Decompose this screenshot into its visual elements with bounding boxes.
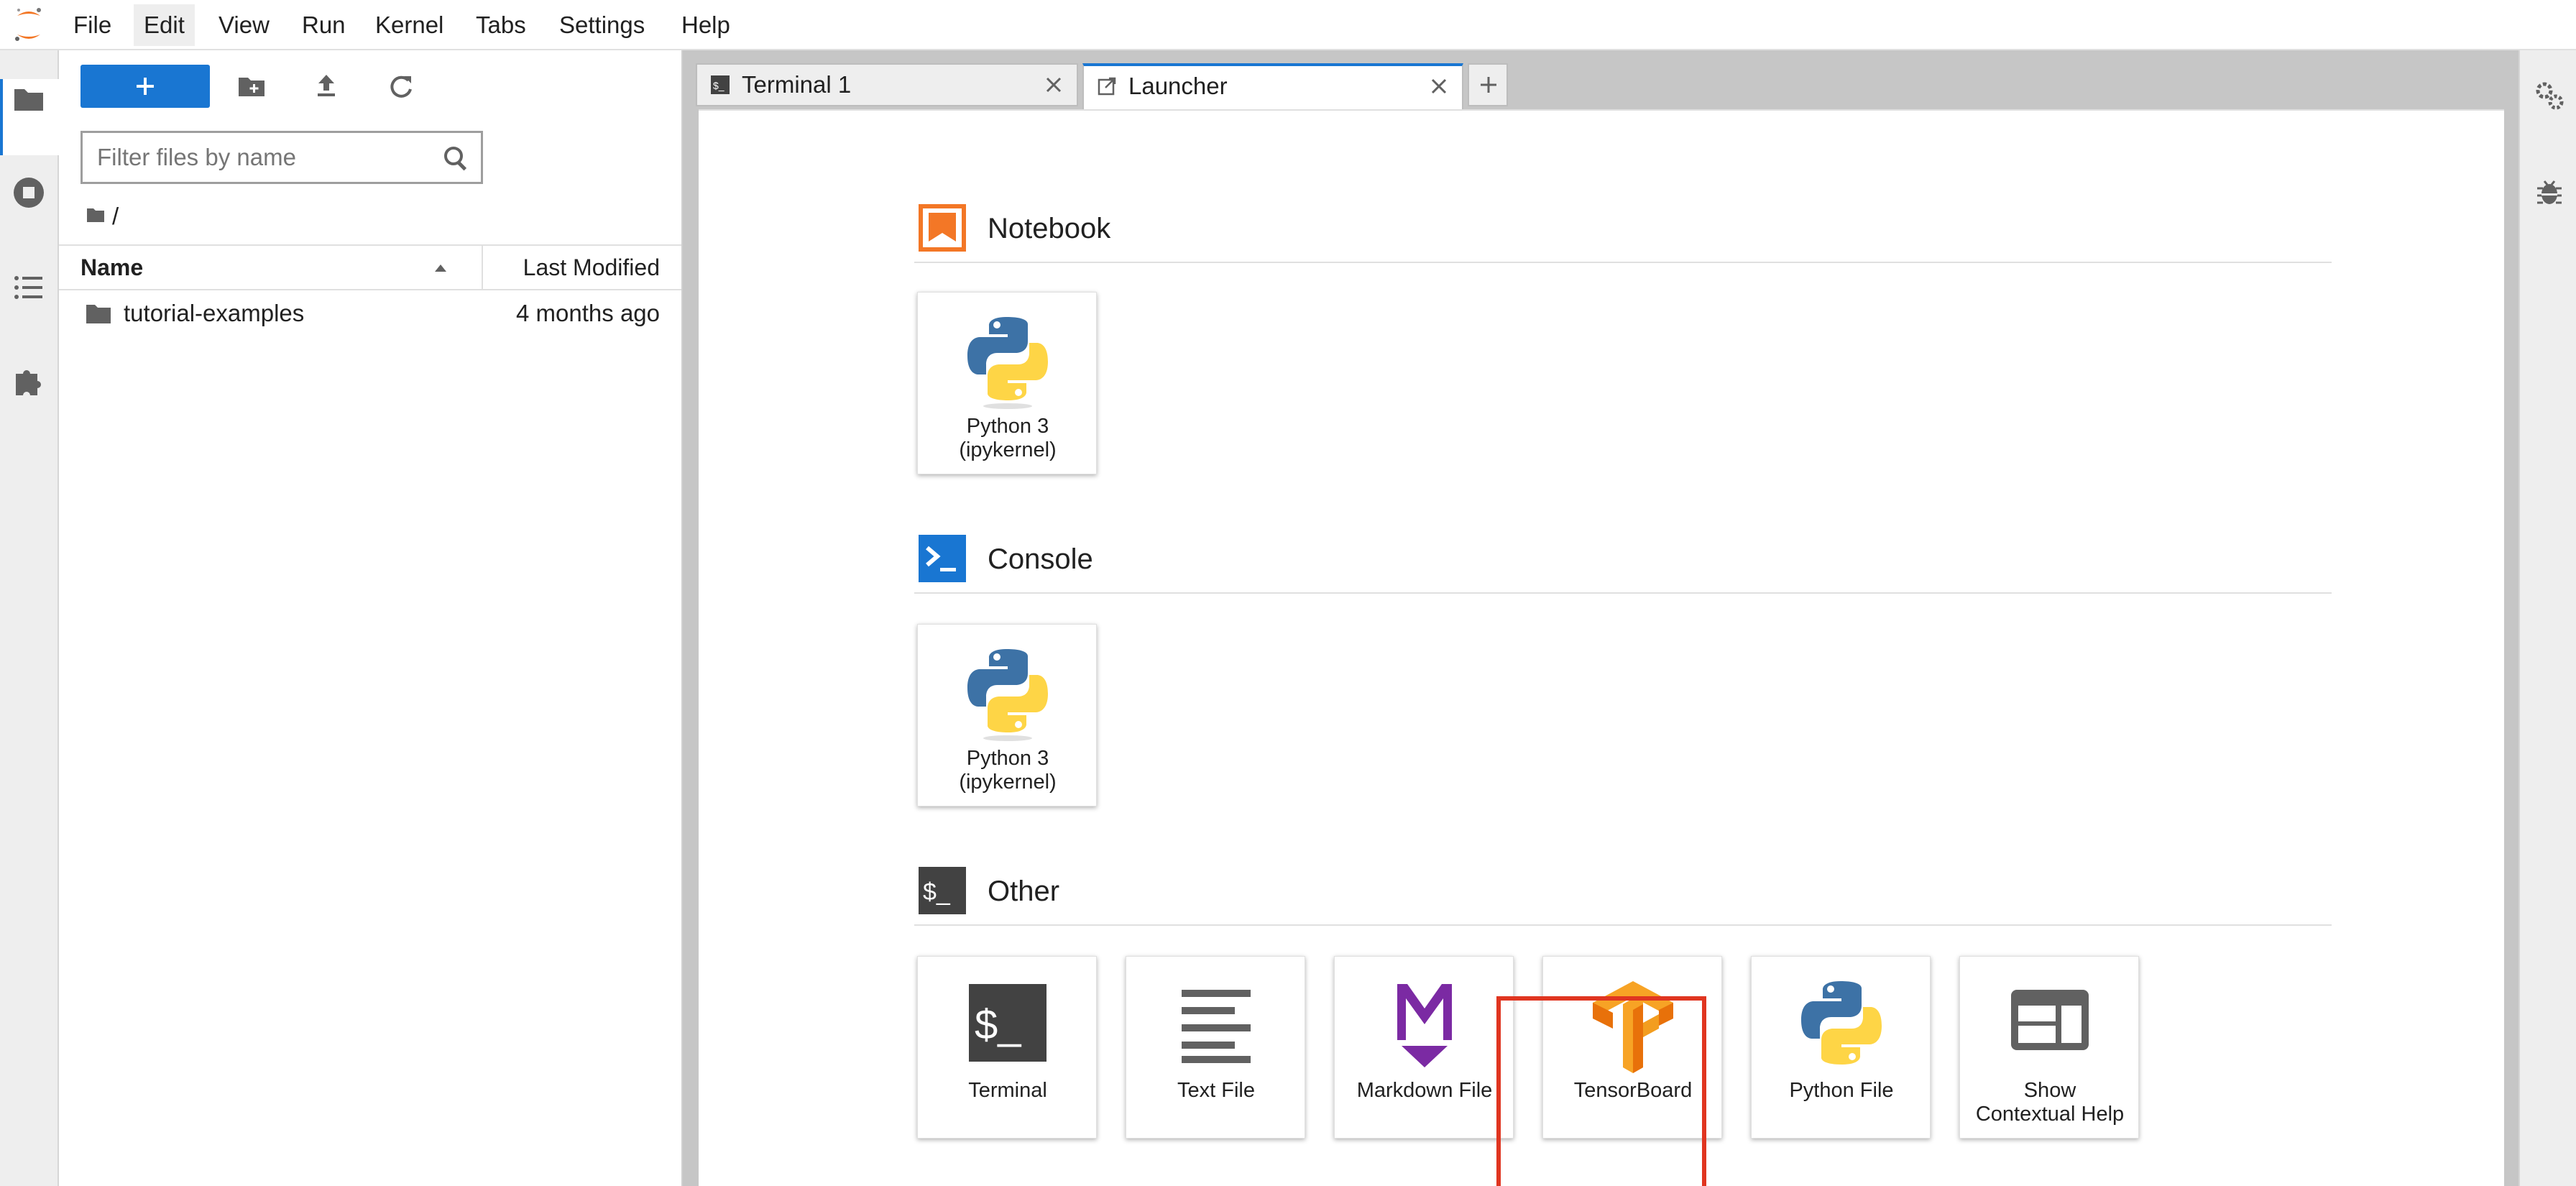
notebook-icon bbox=[919, 204, 966, 252]
menu-bar: File Edit View Run Kernel Tabs Settings … bbox=[0, 0, 2576, 50]
extensions-icon[interactable] bbox=[10, 362, 47, 400]
file-list-header: Name Last Modified bbox=[59, 244, 681, 290]
folder-icon bbox=[86, 305, 111, 323]
menu-help[interactable]: Help bbox=[671, 4, 740, 46]
text-file-icon bbox=[1182, 990, 1251, 1063]
search-icon bbox=[444, 147, 467, 171]
card-label: Python 3 (ipykernel) bbox=[959, 747, 1057, 794]
markdown-icon bbox=[1397, 984, 1452, 1067]
launcher-panel: Notebook Python 3 (ipykernel) Console Py… bbox=[699, 109, 2504, 1186]
close-icon[interactable] bbox=[1429, 76, 1449, 96]
property-inspector-icon[interactable] bbox=[2533, 79, 2566, 112]
menu-tabs[interactable]: Tabs bbox=[466, 4, 536, 46]
notebook-python3-card[interactable]: Python 3 (ipykernel) bbox=[917, 292, 1097, 474]
file-name: tutorial-examples bbox=[124, 300, 305, 326]
folder-icon[interactable] bbox=[10, 81, 47, 118]
refresh-icon[interactable] bbox=[384, 69, 418, 104]
card-label: Python File bbox=[1789, 1079, 1894, 1102]
filter-files-input[interactable] bbox=[97, 133, 435, 182]
tab-label: Terminal 1 bbox=[742, 71, 852, 98]
python-logo-icon bbox=[967, 649, 1048, 741]
breadcrumb-folder-icon[interactable] bbox=[85, 204, 106, 226]
console-section-header: Console bbox=[914, 525, 2332, 594]
card-label: Text File bbox=[1177, 1079, 1255, 1102]
jupyter-logo-icon[interactable] bbox=[12, 6, 46, 45]
console-python3-card[interactable]: Python 3 (ipykernel) bbox=[917, 624, 1097, 806]
menu-view[interactable]: View bbox=[208, 4, 280, 46]
text-file-card[interactable]: Text File bbox=[1126, 956, 1305, 1139]
file-row[interactable]: tutorial-examples 4 months ago bbox=[59, 292, 681, 335]
card-label: Python 3 (ipykernel) bbox=[959, 415, 1057, 461]
python-logo-icon bbox=[1801, 981, 1882, 1065]
tab-label: Launcher bbox=[1128, 73, 1228, 99]
python-logo-icon bbox=[967, 317, 1048, 409]
column-modified-header[interactable]: Last Modified bbox=[523, 246, 660, 289]
file-browser-panel: / Name Last Modified tutorial-examples 4… bbox=[59, 50, 683, 1186]
left-activity-bar bbox=[0, 50, 59, 1186]
debugger-icon[interactable] bbox=[2533, 175, 2566, 208]
tab-bar: $_ Terminal 1 Launcher bbox=[683, 50, 2518, 109]
table-of-contents-icon[interactable] bbox=[10, 269, 47, 306]
column-name-header[interactable]: Name bbox=[80, 246, 143, 289]
svg-text:$_: $_ bbox=[923, 878, 951, 906]
console-icon bbox=[919, 535, 966, 582]
svg-text:$_: $_ bbox=[975, 1001, 1021, 1048]
breadcrumb-root[interactable]: / bbox=[112, 198, 119, 234]
tab-terminal-1[interactable]: $_ Terminal 1 bbox=[696, 63, 1078, 106]
sort-ascending-icon bbox=[435, 265, 446, 272]
menu-kernel[interactable]: Kernel bbox=[365, 4, 454, 46]
python-file-card[interactable]: Python File bbox=[1751, 956, 1931, 1139]
other-section-header: $_ Other bbox=[914, 857, 2332, 926]
section-title: Console bbox=[988, 543, 1093, 575]
contextual-help-card[interactable]: Show Contextual Help bbox=[1959, 956, 2139, 1139]
upload-icon[interactable] bbox=[309, 69, 344, 104]
contextual-help-icon bbox=[2011, 990, 2089, 1050]
terminal-tab-icon: $_ bbox=[711, 75, 730, 94]
tensorboard-highlight-box bbox=[1496, 996, 1706, 1186]
card-label: Terminal bbox=[968, 1079, 1047, 1102]
new-launcher-button[interactable] bbox=[80, 65, 210, 108]
svg-text:$_: $_ bbox=[713, 80, 724, 91]
running-sessions-icon[interactable] bbox=[10, 174, 47, 211]
add-tab-button[interactable] bbox=[1468, 63, 1508, 106]
plus-icon bbox=[137, 78, 154, 95]
main-dock-area: $_ Terminal 1 Launcher Notebook Python 3… bbox=[683, 50, 2518, 1186]
terminal-icon: $_ bbox=[969, 984, 1046, 1062]
right-sidebar bbox=[2518, 50, 2576, 1186]
menu-run[interactable]: Run bbox=[292, 4, 356, 46]
markdown-file-card[interactable]: Markdown File bbox=[1334, 956, 1514, 1139]
card-label: Show Contextual Help bbox=[1975, 1079, 2125, 1126]
filter-box bbox=[80, 131, 483, 184]
menu-file[interactable]: File bbox=[63, 4, 121, 46]
menu-edit[interactable]: Edit bbox=[134, 4, 195, 46]
new-folder-icon[interactable] bbox=[234, 69, 269, 104]
column-divider[interactable] bbox=[482, 246, 483, 289]
menu-settings[interactable]: Settings bbox=[549, 4, 655, 46]
close-icon[interactable] bbox=[1044, 75, 1064, 95]
tab-launcher[interactable]: Launcher bbox=[1082, 63, 1463, 109]
other-terminal-icon: $_ bbox=[919, 867, 966, 914]
file-modified: 4 months ago bbox=[516, 300, 660, 326]
terminal-card[interactable]: $_ Terminal bbox=[917, 956, 1097, 1139]
notebook-section-header: Notebook bbox=[914, 194, 2332, 263]
section-title: Notebook bbox=[988, 213, 1111, 244]
launcher-tab-icon bbox=[1098, 77, 1116, 96]
plus-icon bbox=[1481, 77, 1496, 93]
section-title: Other bbox=[988, 875, 1060, 907]
card-label: Markdown File bbox=[1356, 1079, 1493, 1102]
